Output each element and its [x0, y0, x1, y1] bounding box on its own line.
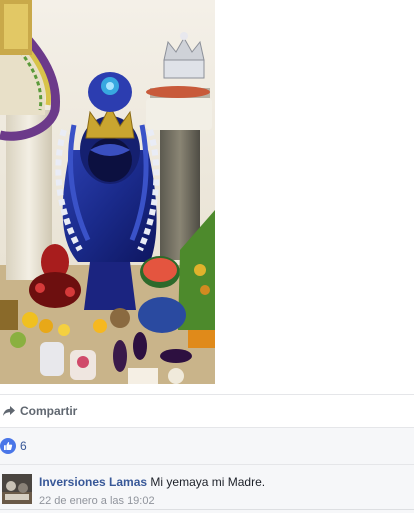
comment-author[interactable]: Inversiones Lamas	[39, 475, 147, 489]
comment-text: Mi yemaya mi Madre.	[150, 475, 266, 489]
altar-image	[0, 0, 215, 384]
share-arrow-icon	[2, 404, 16, 418]
avatar[interactable]	[2, 474, 32, 504]
thumbs-up-icon	[0, 438, 16, 454]
comment-timestamp[interactable]: 22 de enero a las 19:02	[39, 495, 155, 507]
share-label: Compartir	[20, 404, 78, 418]
divider	[0, 509, 414, 510]
reactions-summary[interactable]: 6	[0, 427, 414, 465]
post-photo[interactable]	[0, 0, 215, 384]
comment-body: Inversiones Lamas Mi yemaya mi Madre.	[39, 475, 265, 489]
comment: Inversiones Lamas Mi yemaya mi Madre. 22…	[0, 465, 414, 513]
share-action[interactable]: Compartir	[0, 394, 414, 427]
like-count[interactable]: 6	[20, 439, 27, 453]
